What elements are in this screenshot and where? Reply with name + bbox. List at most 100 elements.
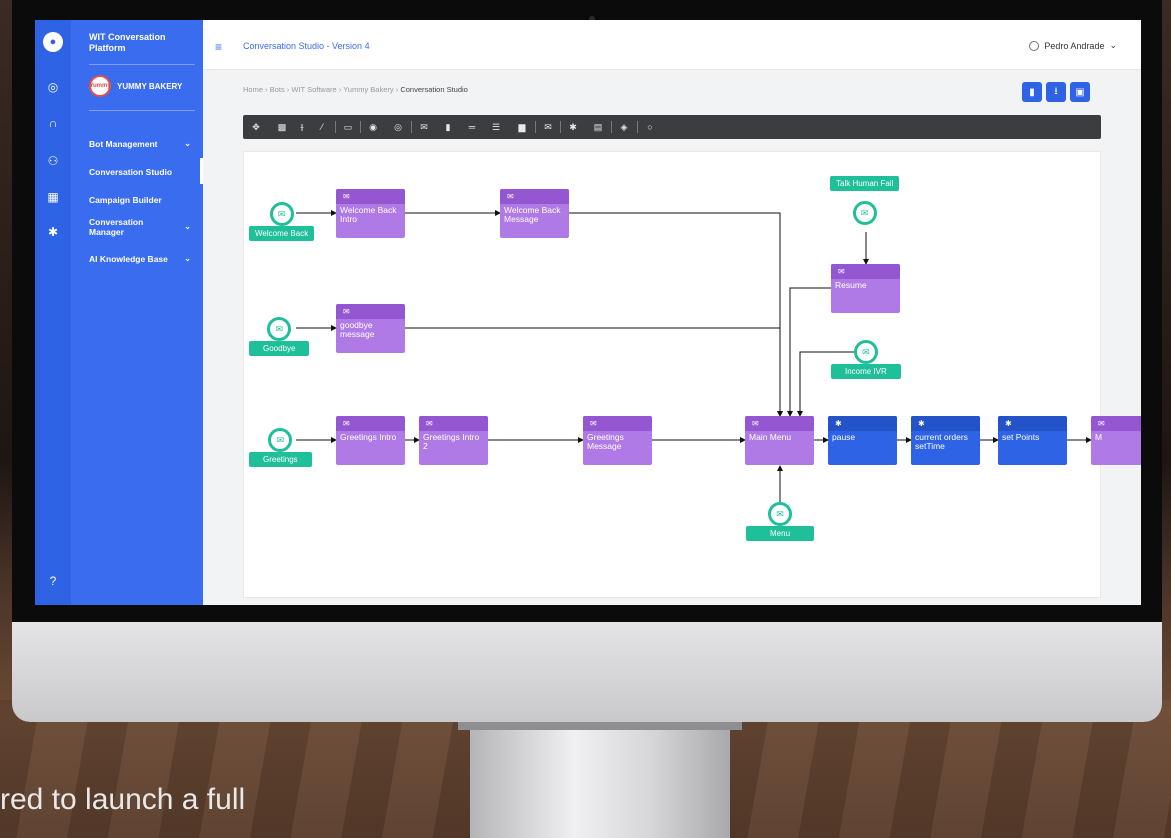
node-label: set Points (1002, 432, 1040, 442)
node-label: M (1095, 432, 1103, 442)
circle-icon[interactable]: ○ (643, 120, 657, 134)
breadcrumb-item[interactable]: Bots (270, 85, 285, 94)
node-goodbye-message[interactable]: ✉ goodbye message (336, 304, 405, 353)
toolbar-divider (335, 121, 336, 133)
mail-icon[interactable]: ✉ (417, 120, 431, 134)
node-partial[interactable]: ✉ M (1091, 416, 1141, 465)
active-indicator (200, 158, 203, 184)
sidebar-divider (89, 110, 195, 111)
envelope-icon[interactable]: ✉ (541, 120, 555, 134)
sidebar-item-label: Conversation Studio (89, 167, 173, 177)
help-icon[interactable]: ? (44, 572, 62, 590)
breadcrumb-item[interactable]: Home (243, 85, 263, 94)
node-pause[interactable]: ✱ pause (828, 416, 897, 465)
user-icon (1029, 40, 1040, 51)
users-icon[interactable]: ⚇ (44, 152, 62, 170)
gear-icon: ✱ (911, 416, 980, 431)
node-main-menu[interactable]: ✉ Main Menu (745, 416, 814, 465)
mail-icon: ✉ (269, 202, 294, 226)
node-set-points[interactable]: ✱ set Points (998, 416, 1067, 465)
node-label: pause (832, 432, 856, 442)
diamond-icon[interactable]: ◈ (617, 120, 631, 134)
gear-icon[interactable]: ✱ (566, 120, 580, 134)
trigger-menu[interactable]: ✉ Menu (746, 502, 815, 541)
node-resume[interactable]: ✉ Resume (831, 264, 900, 313)
gear-icon: ✱ (998, 416, 1067, 431)
sidebar-item-label: Bot Management (89, 139, 158, 149)
list-icon[interactable]: ☰ (489, 120, 503, 134)
download-button[interactable]: ⭳ (1046, 82, 1066, 102)
caption-text: red to launch a full (0, 783, 246, 816)
node-label: Welcome Back Message (504, 205, 561, 224)
image-icon[interactable]: ▆ (515, 120, 529, 134)
platform-name: WIT Conversation Platform (89, 32, 166, 53)
trigger-income-ivr[interactable]: ✉ Income IVR (831, 340, 901, 379)
chevron-down-icon: ⌄ (1109, 40, 1117, 50)
sidebar-item-conversation-studio[interactable]: Conversation Studio (89, 167, 195, 177)
user-menu[interactable]: Pedro Andrade ⌄ (1029, 40, 1117, 51)
move-icon[interactable]: ✥ (249, 120, 263, 134)
node-current-orders-settime[interactable]: ✱ current orders setTime (911, 416, 980, 465)
qr-icon[interactable]: ▩ (275, 120, 289, 134)
sidebar-item-campaign-builder[interactable]: Campaign Builder (89, 195, 195, 205)
building-icon[interactable]: ▦ (44, 188, 62, 206)
mail-icon: ✉ (500, 189, 569, 204)
breadcrumb-item[interactable]: Yummy Bakery (343, 85, 393, 94)
brand[interactable]: Yummy YUMMY BAKERY (89, 75, 182, 97)
split-icon[interactable]: ⫳ (295, 120, 309, 134)
trigger-greetings[interactable]: ✉ Greetings (249, 428, 312, 467)
window-icon[interactable]: ▭ (341, 120, 355, 134)
mail-icon: ✉ (336, 189, 405, 204)
node-label: goodbye message (340, 320, 375, 339)
node-greetings-intro[interactable]: ✉ Greetings Intro (336, 416, 405, 465)
flow-canvas[interactable]: ✉ Welcome Back ✉ Goodbye ✉ Greetings Tal… (243, 151, 1141, 598)
node-welcome-back-message[interactable]: ✉ Welcome Back Message (500, 189, 569, 238)
breadcrumb-item[interactable]: WIT Software (291, 85, 336, 94)
card-icon[interactable]: ▮ (441, 120, 455, 134)
trigger-goodbye[interactable]: ✉ Goodbye (249, 317, 310, 356)
node-greetings-message[interactable]: ✉ Greetings Message (583, 416, 652, 465)
node-greetings-intro-2[interactable]: ✉ Greetings Intro 2 (419, 416, 488, 465)
trigger-welcome-back[interactable]: ✉ Welcome Back (249, 202, 315, 241)
wand-icon[interactable]: ⁄ (315, 120, 329, 134)
sidebar-item-ai-knowledge-base[interactable]: AI Knowledge Base ⌄ (89, 254, 195, 264)
trigger-label: Talk Human Fail (830, 176, 900, 191)
node-welcome-back-intro[interactable]: ✉ Welcome Back Intro (336, 189, 405, 238)
target-icon[interactable]: ◎ (391, 120, 405, 134)
trigger-label: Greetings (249, 452, 312, 467)
app-logo-icon[interactable]: ● (43, 32, 63, 52)
app-screen: ● ◎ ∩ ⚇ ▦ ✱ ? WIT Conversation Platform … (35, 20, 1141, 605)
template-icon[interactable]: ▤ (591, 120, 605, 134)
sidebar: WIT Conversation Platform Yummy YUMMY BA… (71, 20, 203, 605)
monitor-stand (458, 722, 742, 838)
sidebar-item-bot-management[interactable]: Bot Management ⌄ (89, 139, 195, 149)
node-label: Greetings Message (587, 432, 624, 451)
brand-logo-icon: Yummy (89, 75, 111, 97)
trigger-talk-human-fail[interactable]: Talk Human Fail ✉ (830, 176, 900, 225)
save-button[interactable]: ▣ (1070, 82, 1090, 102)
connector (405, 327, 783, 417)
toolbar-divider (637, 121, 638, 133)
mail-icon: ✉ (831, 264, 900, 279)
divider-icon[interactable]: ═ (465, 120, 479, 134)
trigger-label: Menu (746, 526, 815, 541)
sidebar-item-conversation-manager[interactable]: Conversation Manager ⌄ (89, 217, 191, 237)
menu-icon[interactable]: ≡ (215, 40, 222, 54)
gear-icon: ✱ (828, 416, 897, 431)
gear-icon[interactable]: ✱ (44, 223, 62, 241)
radio-icon[interactable]: ◉ (366, 120, 380, 134)
mail-icon: ✉ (267, 317, 292, 341)
node-label: Greetings Intro (340, 432, 397, 442)
download-icon: ⭳ (1054, 85, 1058, 97)
headset-icon[interactable]: ∩ (44, 114, 62, 132)
node-label: Main Menu (749, 432, 792, 442)
editor-toolbar: ✥ ▩ ⫳ ⁄ ▭ ◉ ◎ ✉ ▮ ═ ☰ ▆ ✉ ✱ ▤ ◈ ○ (243, 115, 1101, 139)
mail-icon: ✉ (268, 428, 293, 452)
mail-icon: ✉ (336, 304, 405, 319)
mail-icon: ✉ (419, 416, 488, 431)
new-document-button[interactable]: ▮ (1022, 82, 1042, 102)
mail-icon: ✉ (853, 340, 878, 364)
target-icon[interactable]: ◎ (44, 78, 62, 96)
node-label: Welcome Back Intro (340, 205, 397, 224)
mail-icon: ✉ (768, 502, 792, 526)
